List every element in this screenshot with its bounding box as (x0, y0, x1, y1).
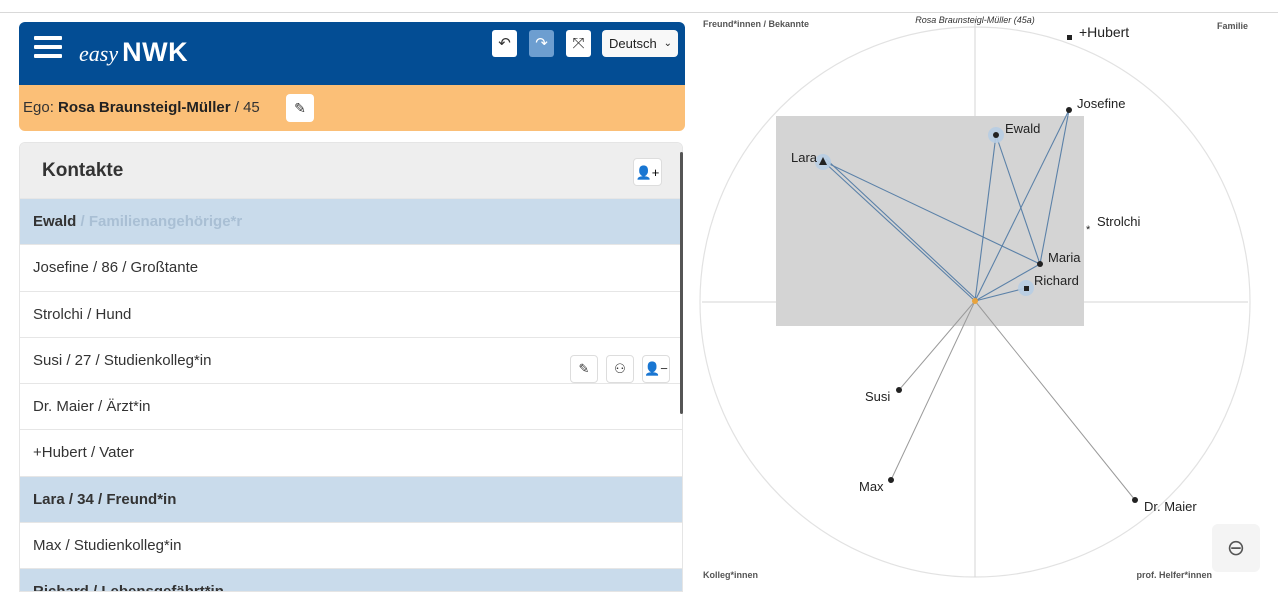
contact-name: +Hubert / Vater (33, 444, 135, 462)
zoom-out-icon: ⊖ (1226, 535, 1246, 560)
contact-row-susi[interactable]: Susi / 27 / Studienkolleg*in ✎ ⚇ 👤− (20, 336, 682, 383)
contact-name: Ewald (33, 213, 77, 230)
redo-button[interactable]: ↷ (529, 30, 554, 57)
dot-icon (1037, 261, 1043, 267)
node-label: Strolchi (1097, 214, 1140, 229)
edge-ego-maier (974, 300, 1136, 501)
add-contact-button[interactable]: 👤+ (633, 158, 662, 186)
contact-name: Strolchi / Hund (33, 305, 132, 323)
contact-row-maier[interactable]: Dr. Maier / Ärzt*in (20, 383, 682, 429)
ego-bar: Ego: Rosa Braunsteigl-Müller / 45 ✎ (19, 85, 685, 131)
node-label: Dr. Maier (1144, 499, 1197, 514)
contact-row-strolchi[interactable]: Strolchi / Hund (20, 290, 682, 337)
node-max[interactable]: Max (859, 477, 894, 494)
ego-label: Ego: (23, 99, 54, 116)
contact-category: / Familienangehörige*r (76, 213, 243, 230)
contact-row-josefine[interactable]: Josefine / 86 / Großtante (20, 244, 682, 290)
contact-row-ewald[interactable]: Ewald / Familienangehörige*r (20, 198, 682, 245)
node-label: Ewald (1005, 121, 1040, 136)
edit-ego-button[interactable]: ✎ (286, 94, 314, 122)
app-logo: easy NWK (79, 36, 188, 70)
node-hubert[interactable]: +Hubert (1067, 24, 1129, 40)
square-icon (1024, 286, 1029, 291)
contact-row-max[interactable]: Max / Studienkolleg*in (20, 522, 682, 568)
chevron-down-icon: ⌄ (663, 38, 672, 49)
contact-name: Susi / 27 / Studienkolleg*in (33, 351, 212, 369)
quadrant-label-colleagues: Kolleg*innen (703, 570, 758, 580)
connection-button[interactable]: ⚇ (606, 354, 634, 383)
ego-age: / 45 (234, 99, 260, 116)
pencil-icon: ✎ (578, 360, 590, 376)
language-value: Deutsch (609, 36, 657, 51)
edge-ego-max (890, 300, 976, 481)
redo-icon: ↷ (535, 35, 548, 52)
dot-icon (1066, 107, 1072, 113)
contacts-panel: Kontakte 👤+ Ewald / Familienangehörige*r… (19, 142, 683, 592)
dot-icon (1132, 497, 1138, 503)
contact-row-lara[interactable]: Lara / 34 / Freund*in (20, 475, 682, 523)
ego-name: Rosa Braunsteigl-Müller (58, 99, 231, 116)
contacts-scrollbar[interactable] (680, 152, 683, 414)
contacts-title: Kontakte (42, 160, 124, 181)
ego-map-label: Rosa Braunsteigl-Müller (45a) (915, 15, 1035, 25)
star-icon: * (1086, 224, 1091, 236)
quadrant-label-friends: Freund*innen / Bekannte (703, 19, 809, 29)
contact-name: Lara / 34 / Freund*in (33, 490, 177, 508)
add-person-icon: 👤+ (635, 165, 660, 180)
fullscreen-button[interactable]: ⤧ (566, 30, 591, 57)
pencil-icon: ✎ (294, 100, 306, 116)
node-strolchi[interactable]: * Strolchi (1086, 214, 1140, 236)
square-icon (1067, 35, 1072, 40)
contact-row-hubert[interactable]: +Hubert / Vater (20, 429, 682, 475)
contact-name: Richard / Lebensgefährt*in (33, 583, 224, 592)
people-link-icon: ⚇ (614, 360, 626, 376)
node-label: Maria (1048, 250, 1081, 265)
node-label: Max (859, 479, 884, 494)
menu-icon[interactable] (34, 36, 62, 58)
node-josefine[interactable]: Josefine (1066, 96, 1125, 113)
expand-icon: ⤧ (572, 35, 585, 52)
contact-name: Josefine / 86 / Großtante (33, 259, 199, 277)
selection-rect (776, 116, 1084, 326)
edit-contact-button[interactable]: ✎ (570, 354, 598, 383)
logo-easy: easy (79, 41, 119, 66)
node-label: +Hubert (1079, 24, 1129, 40)
ego-node[interactable] (972, 298, 978, 304)
node-label: Lara (791, 150, 818, 165)
remove-person-icon: 👤− (644, 360, 668, 376)
app-header: easy NWK ↶ ↷ ⤧ Deutsch ⌄ (19, 22, 685, 85)
node-susi[interactable]: Susi (865, 387, 902, 404)
node-maier[interactable]: Dr. Maier (1132, 497, 1197, 514)
node-label: Josefine (1077, 96, 1125, 111)
edges-gray (890, 300, 1136, 501)
zoom-button[interactable]: ⊖ (1212, 524, 1260, 572)
dot-icon (896, 387, 902, 393)
network-map[interactable]: Freund*innen / Bekannte Familie Kolleg*i… (690, 12, 1268, 592)
dot-icon (888, 477, 894, 483)
quadrant-label-professionals: prof. Helfer*innen (1136, 570, 1212, 580)
contact-name: Max / Studienkolleg*in (33, 537, 182, 555)
contact-name: Dr. Maier / Ärzt*in (33, 398, 151, 416)
undo-icon: ↶ (498, 35, 511, 52)
contacts-header: Kontakte 👤+ (20, 143, 682, 198)
logo-nwk: NWK (122, 37, 189, 67)
remove-contact-button[interactable]: 👤− (642, 354, 670, 383)
undo-button[interactable]: ↶ (492, 30, 517, 57)
node-label: Richard (1034, 273, 1079, 288)
quadrant-label-family: Familie (1217, 21, 1248, 31)
language-select[interactable]: Deutsch ⌄ (602, 30, 678, 57)
dot-icon (993, 132, 999, 138)
contact-row-richard[interactable]: Richard / Lebensgefährt*in (20, 568, 682, 592)
node-label: Susi (865, 389, 890, 404)
